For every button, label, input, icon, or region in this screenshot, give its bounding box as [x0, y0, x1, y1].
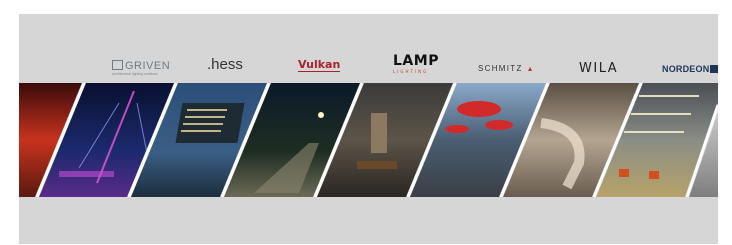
wila-logo: WILA: [579, 61, 619, 76]
griven-mark-icon: [112, 60, 123, 70]
schmitz-logo: SCHMITZ ▲: [478, 64, 535, 74]
photo-strip: [19, 83, 718, 197]
nordeon-mark-icon: [710, 65, 718, 73]
griven-logo: GRIVEN architectural lighting solutions: [112, 60, 171, 76]
schmitz-mark-icon: ▲: [526, 66, 535, 73]
vulkan-logo: Vulkan: [298, 58, 341, 72]
lamp-logo: LAMP LIGHTING: [393, 53, 439, 74]
hess-logo: .hess: [207, 56, 243, 73]
banner: GRIVEN architectural lighting solutions …: [19, 14, 718, 244]
brand-logo-row: GRIVEN architectural lighting solutions …: [19, 14, 718, 84]
nordeon-logo: NORDEON: [662, 65, 718, 74]
